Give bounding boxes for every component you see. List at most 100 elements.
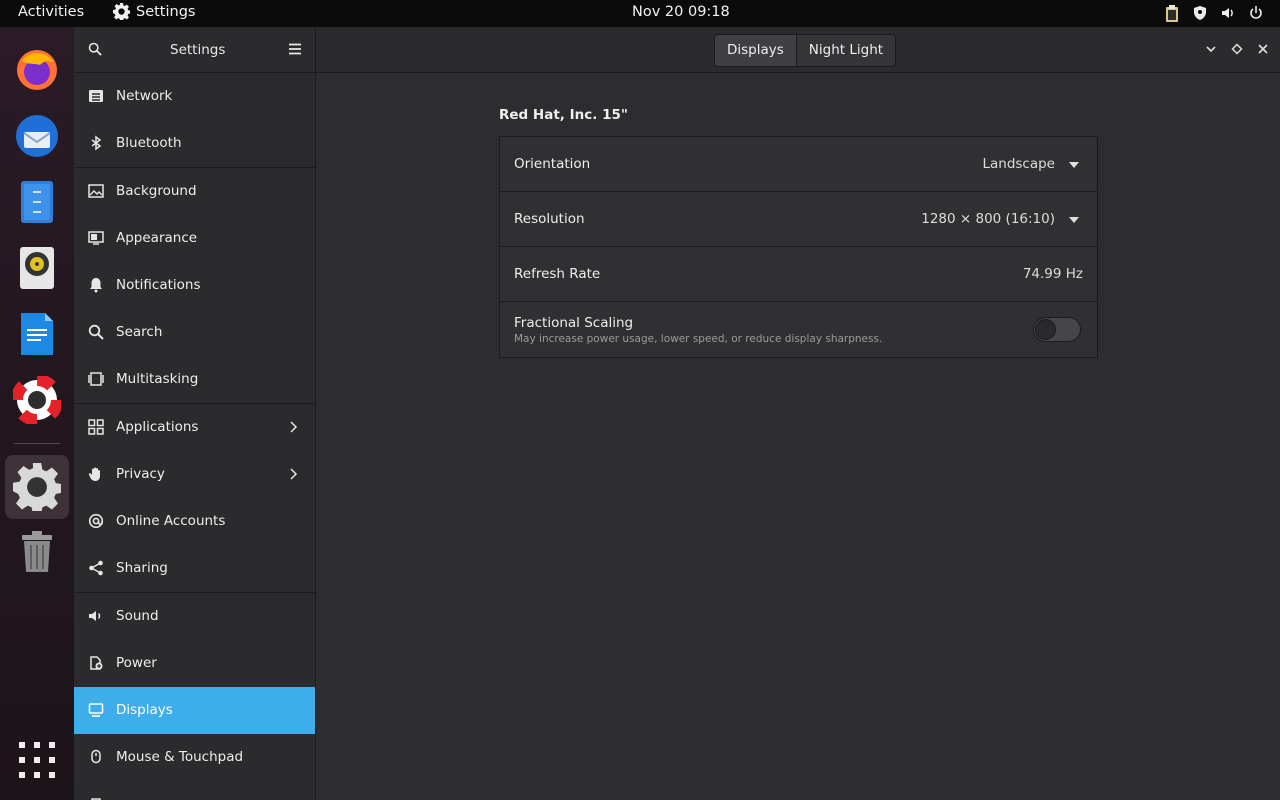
- orientation-value[interactable]: Landscape: [982, 156, 1055, 172]
- sidebar-item-label: Search: [116, 324, 163, 340]
- app-grid-icon[interactable]: [8, 731, 66, 789]
- sidebar-item-partial[interactable]: [74, 781, 315, 800]
- settings-icon[interactable]: [5, 455, 69, 519]
- power-icon[interactable]: [1248, 5, 1266, 23]
- rhythmbox-icon[interactable]: [8, 239, 66, 297]
- search-button[interactable]: [88, 41, 102, 60]
- displays-panel: Red Hat, Inc. 15" Orientation Landscape …: [317, 73, 1280, 800]
- sidebar-item-label: Mouse & Touchpad: [116, 749, 244, 765]
- display-settings-list: Orientation Landscape Resolution 1280 × …: [499, 136, 1098, 358]
- sidebar-headerbar: Settings: [74, 27, 316, 73]
- sidebar-item-notifications[interactable]: Notifications: [74, 262, 315, 309]
- refresh-rate-row[interactable]: Refresh Rate 74.99 Hz: [500, 247, 1097, 302]
- grid-icon: [88, 419, 104, 435]
- sidebar-item-label: Multitasking: [116, 371, 199, 387]
- fractional-scaling-toggle[interactable]: [1033, 317, 1081, 342]
- chevron-down-icon: [1206, 46, 1216, 53]
- sidebar-item-displays[interactable]: Displays: [74, 687, 315, 734]
- clipboard-icon[interactable]: [1164, 5, 1182, 23]
- network-icon: [89, 90, 103, 102]
- mouse-icon: [91, 749, 101, 764]
- resolution-label: Resolution: [514, 211, 585, 227]
- volume-icon[interactable]: [1220, 5, 1238, 23]
- firefox-icon[interactable]: [8, 41, 66, 99]
- sidebar-item-sound[interactable]: Sound: [74, 593, 315, 640]
- toggle-knob: [1035, 319, 1056, 340]
- refresh-rate-label: Refresh Rate: [514, 266, 601, 282]
- power-plug-icon: [90, 656, 103, 670]
- system-tray[interactable]: [1154, 5, 1266, 23]
- resolution-row[interactable]: Resolution 1280 × 800 (16:10): [500, 192, 1097, 247]
- monitor-name: Red Hat, Inc. 15": [499, 107, 628, 123]
- sidebar-item-multitasking[interactable]: Multitasking: [74, 356, 315, 403]
- sidebar-item-label: Applications: [116, 419, 199, 435]
- orientation-row[interactable]: Orientation Landscape: [500, 137, 1097, 192]
- maximize-button[interactable]: [1230, 41, 1246, 57]
- background-icon: [88, 184, 104, 198]
- content-headerbar: Displays Night Light: [316, 27, 1280, 73]
- sidebar-item-label: Bluetooth: [116, 135, 182, 151]
- sidebar-item-label: Power: [116, 655, 157, 671]
- sidebar-item-label: Privacy: [116, 466, 165, 482]
- close-button[interactable]: [1256, 41, 1272, 57]
- orientation-label: Orientation: [514, 156, 591, 172]
- sidebar-item-label: Sharing: [116, 560, 168, 576]
- tab-displays[interactable]: Displays: [715, 35, 797, 66]
- sidebar-item-network[interactable]: Network: [74, 73, 315, 120]
- bell-icon: [90, 278, 102, 293]
- sidebar-item-label: Notifications: [116, 277, 201, 293]
- sidebar-item-label: Online Accounts: [116, 513, 226, 529]
- resolution-value[interactable]: 1280 × 800 (16:10): [921, 211, 1055, 227]
- minimize-button[interactable]: [1204, 41, 1220, 57]
- close-icon: [1258, 44, 1268, 54]
- keyboard-icon: [91, 798, 101, 800]
- chevron-right-icon: [290, 421, 298, 433]
- sidebar-item-search[interactable]: Search: [74, 309, 315, 356]
- view-switcher: Displays Night Light: [714, 34, 897, 67]
- help-icon[interactable]: [8, 371, 66, 429]
- sidebar-item-sharing[interactable]: Sharing: [74, 545, 315, 592]
- sidebar-title: Settings: [170, 42, 226, 58]
- hand-icon: [88, 467, 100, 481]
- appearance-icon: [88, 231, 104, 245]
- sidebar: Network Bluetooth Background Appearance …: [74, 73, 316, 800]
- activities-button[interactable]: Activities: [18, 4, 84, 20]
- chevron-right-icon: [290, 468, 298, 480]
- trash-icon[interactable]: [8, 523, 66, 581]
- sidebar-item-mouse-touchpad[interactable]: Mouse & Touchpad: [74, 734, 315, 781]
- sidebar-item-bluetooth[interactable]: Bluetooth: [74, 120, 315, 167]
- dock: [0, 27, 74, 800]
- refresh-rate-value: 74.99 Hz: [1022, 266, 1083, 282]
- sidebar-item-applications[interactable]: Applications: [74, 404, 315, 451]
- app-menu-label: Settings: [136, 3, 196, 20]
- dock-separator: [14, 443, 60, 444]
- fractional-scaling-label: Fractional Scaling: [514, 315, 634, 331]
- shield-icon[interactable]: [1192, 5, 1210, 23]
- sidebar-item-appearance[interactable]: Appearance: [74, 215, 315, 262]
- multitasking-icon: [88, 372, 104, 386]
- hamburger-icon: [289, 43, 301, 55]
- clock[interactable]: Nov 20 09:18: [632, 4, 730, 20]
- writer-icon[interactable]: [8, 305, 66, 363]
- sidebar-item-online-accounts[interactable]: Online Accounts: [74, 498, 315, 545]
- sidebar-item-label: Background: [116, 183, 197, 199]
- sidebar-item-power[interactable]: Power: [74, 640, 315, 687]
- sidebar-item-label: Displays: [116, 702, 173, 718]
- share-icon: [89, 560, 103, 576]
- hamburger-menu-button[interactable]: [288, 41, 302, 60]
- dropdown-arrow-icon[interactable]: [1069, 217, 1079, 223]
- fractional-scaling-row[interactable]: Fractional Scaling May increase power us…: [500, 302, 1097, 357]
- diamond-icon: [1231, 43, 1243, 55]
- dropdown-arrow-icon[interactable]: [1069, 162, 1079, 168]
- bluetooth-icon: [91, 135, 102, 151]
- top-bar: Activities Settings Nov 20 09:18: [0, 0, 1280, 27]
- settings-window: Settings Displays Night Light Network Bl…: [74, 27, 1280, 800]
- sidebar-item-background[interactable]: Background: [74, 168, 315, 215]
- thunderbird-icon[interactable]: [8, 107, 66, 165]
- files-icon[interactable]: [8, 173, 66, 231]
- at-icon: [88, 513, 104, 529]
- app-menu[interactable]: Settings: [113, 3, 195, 20]
- tab-night-light[interactable]: Night Light: [796, 35, 896, 66]
- sidebar-item-privacy[interactable]: Privacy: [74, 451, 315, 498]
- speaker-icon: [89, 611, 101, 621]
